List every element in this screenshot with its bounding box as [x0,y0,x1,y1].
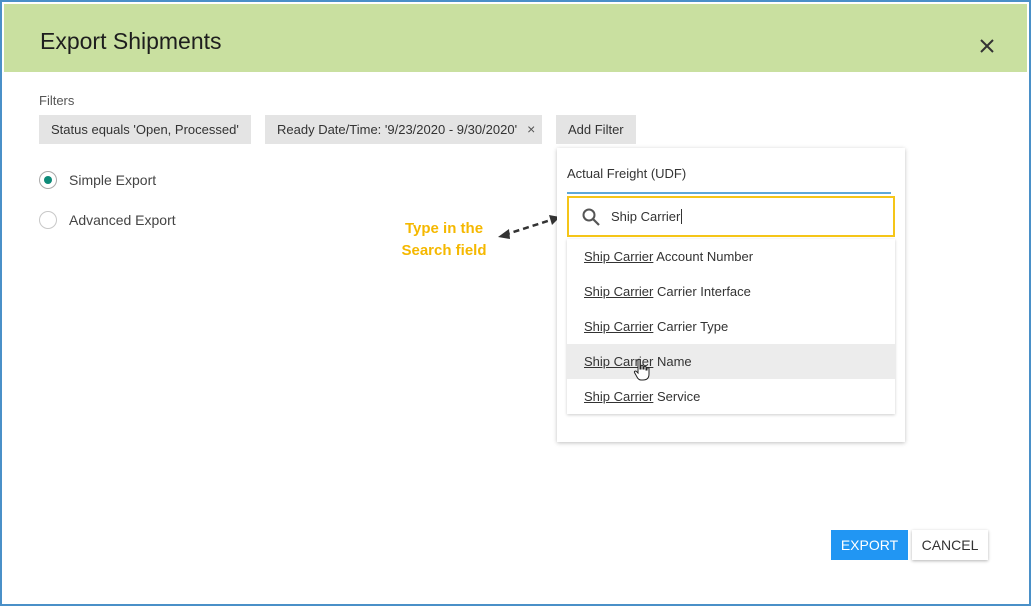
add-filter-button[interactable]: Add Filter [556,115,636,144]
option-rest: Account Number [653,249,754,264]
match-highlight: Ship Carrier [584,319,654,334]
filter-chip-label: Status equals 'Open, Processed' [51,122,239,137]
search-input[interactable]: Ship Carrier [611,209,680,224]
dialog-title: Export Shipments [40,28,222,54]
dialog-header: Export Shipments [4,4,1027,72]
option-rest: Carrier Interface [653,284,751,299]
text-cursor [681,209,683,224]
filter-chip-status[interactable]: Status equals 'Open, Processed' [39,115,251,144]
match-highlight: Ship Carrier [584,284,654,299]
list-item[interactable]: Ship Carrier Name [567,344,895,381]
option-rest: Name [653,354,692,369]
list-item[interactable]: Ship Carrier Service [567,379,895,414]
cancel-button[interactable]: CANCEL [912,530,988,560]
add-filter-label: Add Filter [568,122,624,137]
search-results-list: Ship Carrier Account Number Ship Carrier… [567,239,895,414]
radio-unselected-icon[interactable] [39,211,57,229]
annotation-callout: Type in the Search field [380,218,508,262]
remove-filter-icon[interactable]: × [527,121,535,137]
match-highlight: Ship Carrier [584,389,654,404]
search-field[interactable]: Ship Carrier [567,196,895,237]
filter-chip-label: Ready Date/Time: '9/23/2020 - 9/30/2020' [277,122,518,137]
double-arrow-icon [498,215,560,239]
close-icon[interactable] [975,34,999,58]
add-filter-panel: Actual Freight (UDF) Ship Carrier Ship C… [557,148,905,442]
radio-label: Simple Export [69,172,157,188]
option-rest: Service [653,389,701,404]
radio-selected-icon[interactable] [39,171,57,189]
search-icon [582,208,600,226]
filter-chip-ready-date[interactable]: Ready Date/Time: '9/23/2020 - 9/30/2020'… [265,115,542,144]
list-item[interactable]: Ship Carrier Carrier Interface [567,274,895,309]
match-highlight: Ship Carrier [584,249,654,264]
filters-label: Filters [39,93,75,108]
annotation-line-1: Type in the [404,220,484,237]
list-item[interactable]: Ship Carrier Account Number [567,239,895,274]
option-rest: Carrier Type [653,319,729,334]
radio-label: Advanced Export [69,212,176,228]
radio-simple-export[interactable]: Simple Export [39,171,156,189]
export-button[interactable]: EXPORT [831,530,908,560]
list-item[interactable]: Ship Carrier Carrier Type [567,309,895,344]
radio-advanced-export[interactable]: Advanced Export [39,211,176,229]
annotation-line-2: Search field [401,242,487,259]
field-select[interactable]: Actual Freight (UDF) [567,166,891,194]
